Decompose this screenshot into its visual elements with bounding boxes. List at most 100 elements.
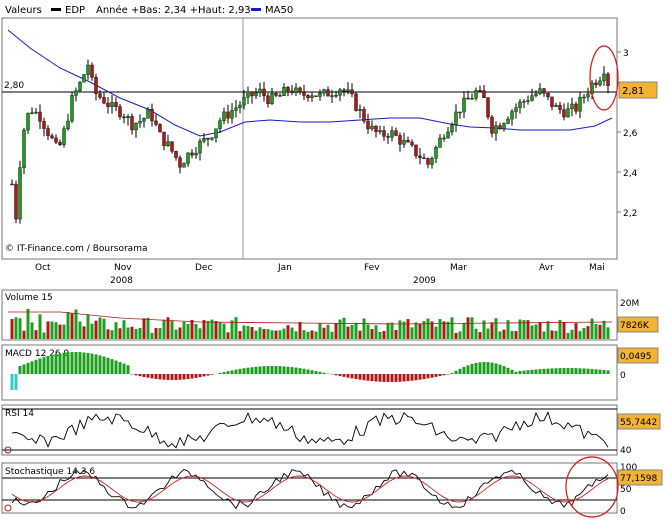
volume-bar — [374, 325, 378, 339]
volume-bar — [534, 324, 538, 339]
volume-bar — [86, 314, 90, 339]
candle-body — [110, 102, 114, 107]
macd-bar — [546, 368, 550, 374]
volume-bar — [450, 317, 454, 339]
macd-bar — [310, 370, 314, 374]
candle-body — [246, 91, 250, 98]
volume-bar — [490, 322, 494, 339]
macd-bar — [42, 357, 46, 374]
volume-bar — [174, 329, 178, 339]
macd-bar — [182, 374, 186, 380]
volume-bar — [570, 329, 574, 339]
candle-body — [442, 137, 446, 140]
volume-bar — [22, 330, 26, 339]
candle-body — [266, 95, 270, 104]
macd-bar — [290, 367, 294, 374]
candle-body — [390, 130, 394, 138]
candle-body — [526, 100, 530, 102]
macd-bar — [554, 368, 558, 374]
candle-body — [186, 152, 190, 164]
candle-body — [522, 101, 526, 103]
volume-bar — [398, 320, 402, 339]
candle-body — [414, 144, 418, 157]
macd-bar — [74, 352, 78, 374]
candle-body — [70, 95, 74, 122]
volume-bar — [358, 330, 362, 339]
stoch-k-line — [11, 468, 609, 510]
candle-body — [402, 139, 406, 145]
macd-bar — [342, 374, 346, 377]
candle-body — [254, 92, 258, 97]
volume-bar — [538, 322, 542, 339]
symbol-label: EDP — [65, 5, 85, 16]
macd-bar — [238, 368, 242, 374]
macd-bar — [466, 365, 470, 374]
macd-bar — [270, 366, 274, 374]
macd-bar — [210, 374, 214, 375]
macd-zero-label: 0 — [620, 371, 626, 381]
volume-bar — [586, 326, 590, 339]
month-label: Mai — [589, 263, 605, 273]
macd-bar — [286, 366, 290, 374]
volume-bar — [134, 329, 138, 339]
volume-bar — [66, 311, 70, 339]
candle-body — [18, 167, 22, 220]
candle-body — [138, 121, 142, 124]
volume-bar — [34, 330, 38, 339]
candle-body — [410, 141, 414, 146]
macd-bar — [462, 366, 466, 374]
candle-body — [326, 89, 330, 97]
ma-swatch — [251, 8, 261, 11]
candle-body — [362, 109, 366, 122]
volume-bar — [322, 327, 326, 339]
macd-bar — [122, 363, 126, 374]
price-tick-label: 2,4 — [623, 169, 638, 179]
volume-bar — [146, 317, 150, 339]
candle-body — [458, 111, 462, 114]
volume-bar — [342, 317, 346, 339]
macd-bar — [350, 374, 354, 379]
candle-body — [518, 101, 522, 108]
macd-bar — [166, 374, 170, 380]
macd-bar — [438, 374, 442, 377]
volume-bar — [62, 324, 66, 339]
candle-body — [542, 88, 546, 94]
candle-body — [354, 93, 358, 111]
volume-bar — [178, 327, 182, 339]
volume-bar — [150, 332, 154, 339]
macd-bar — [566, 368, 570, 374]
volume-bar — [498, 331, 502, 339]
macd-bar — [242, 368, 246, 374]
volume-bar — [294, 331, 298, 339]
volume-bar — [310, 330, 314, 339]
macd-bar — [362, 374, 366, 381]
x-axis: Oct Nov Dec Jan Fev Mar Avr Mai 2008 200… — [35, 263, 605, 286]
macd-bar — [354, 374, 358, 380]
range-label: Année +Bas: 2,34 +Haut: 2,93 — [96, 4, 251, 16]
volume-bar — [182, 321, 186, 339]
macd-bar — [198, 374, 202, 378]
volume-bar — [546, 321, 550, 339]
candle-body — [378, 130, 382, 132]
volume-bar — [518, 319, 522, 339]
macd-bar — [138, 374, 142, 377]
macd-bar — [46, 355, 50, 374]
macd-bar — [70, 352, 74, 374]
macd-bar — [338, 374, 342, 377]
volume-bar — [330, 331, 334, 339]
macd-bar — [266, 366, 270, 374]
month-label: Dec — [195, 263, 212, 273]
stoch-lines — [4, 468, 609, 512]
candle-body — [150, 109, 154, 122]
rsi-value-label: 55,7442 — [620, 418, 657, 428]
volume-bar — [302, 330, 306, 339]
candle-body — [474, 90, 478, 99]
volume-bar — [50, 321, 54, 339]
macd-bar — [398, 374, 402, 382]
macd-bar — [106, 357, 110, 374]
candle-body — [118, 106, 122, 118]
macd-bar — [246, 367, 250, 374]
volume-bar — [82, 326, 86, 339]
candle-body — [54, 137, 58, 143]
candle-body — [142, 118, 146, 122]
